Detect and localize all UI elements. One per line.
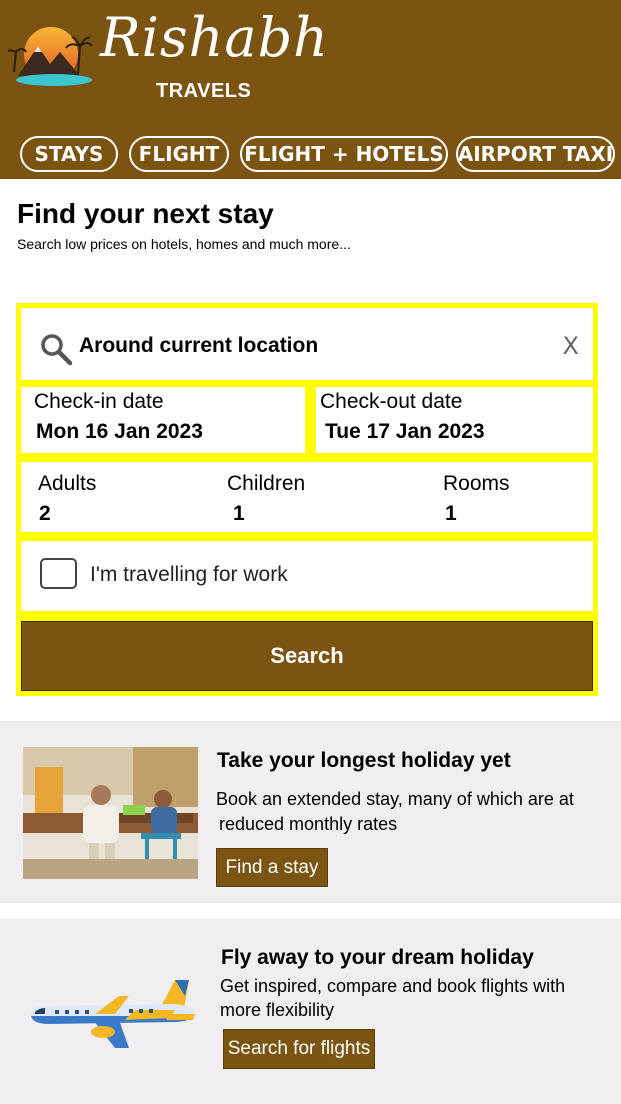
checkin-value: Mon 16 Jan 2023: [36, 420, 203, 443]
logo-icon: [8, 27, 93, 86]
checkout-label: Check-out date: [320, 390, 463, 413]
app-header: Rishabh TRAVELS STAYS FLIGHT FLIGHT + HO…: [0, 0, 621, 179]
airplane-icon: [30, 980, 195, 1048]
search-button[interactable]: Search: [21, 621, 593, 691]
checkout-value: Tue 17 Jan 2023: [325, 420, 485, 443]
search-icon: [41, 334, 73, 366]
promo-card-flight: Fly away to your dream holiday Get inspi…: [0, 919, 621, 1104]
location-field[interactable]: Around current location X: [21, 308, 593, 380]
tab-airport-taxi[interactable]: AIRPORT TAXI: [456, 136, 615, 172]
brand-name: Rishabh: [100, 6, 329, 69]
promo-flight-text-line2: more flexibility: [220, 1000, 335, 1020]
page-subtitle: Search low prices on hotels, homes and m…: [17, 236, 351, 252]
guests-field[interactable]: Adults 2 Children 1 Rooms 1: [21, 462, 593, 532]
holiday-photo: [23, 747, 198, 879]
page-title: Find your next stay: [17, 198, 274, 229]
promo-flight-text-line1: Get inspired, compare and book flights w…: [220, 976, 566, 996]
promo-stay-text-line1: Book an extended stay, many of which are…: [216, 789, 574, 809]
adults-label: Adults: [38, 472, 97, 495]
children-value: 1: [233, 502, 245, 525]
rooms-value: 1: [445, 502, 457, 525]
tab-flight[interactable]: FLIGHT: [129, 136, 229, 172]
search-flights-button[interactable]: Search for flights: [223, 1029, 375, 1069]
promo-card-stay: Take your longest holiday yet Book an ex…: [0, 721, 621, 903]
find-stay-button[interactable]: Find a stay: [216, 848, 328, 887]
promo-stay-title: Take your longest holiday yet: [217, 749, 511, 772]
promo-flight-title: Fly away to your dream holiday: [221, 946, 534, 969]
tab-stays[interactable]: STAYS: [20, 136, 118, 172]
children-label: Children: [227, 472, 306, 495]
checkin-label: Check-in date: [34, 390, 164, 413]
rooms-label: Rooms: [443, 472, 510, 495]
tab-flight-hotels[interactable]: FLIGHT + HOTELS: [240, 136, 448, 172]
clear-icon[interactable]: X: [563, 332, 579, 360]
location-value: Around current location: [79, 334, 319, 357]
work-travel-label: I'm travelling for work: [90, 563, 288, 586]
promo-stay-text-line2: reduced monthly rates: [219, 814, 398, 834]
brand-subtitle: TRAVELS: [156, 80, 252, 102]
search-form: Around current location X Check-in date …: [16, 303, 598, 696]
work-travel-checkbox[interactable]: [40, 558, 77, 589]
checkin-field[interactable]: Check-in date Mon 16 Jan 2023: [21, 387, 305, 453]
adults-value: 2: [39, 502, 51, 525]
checkout-field[interactable]: Check-out date Tue 17 Jan 2023: [316, 387, 593, 453]
work-travel-row: I'm travelling for work: [21, 541, 593, 611]
